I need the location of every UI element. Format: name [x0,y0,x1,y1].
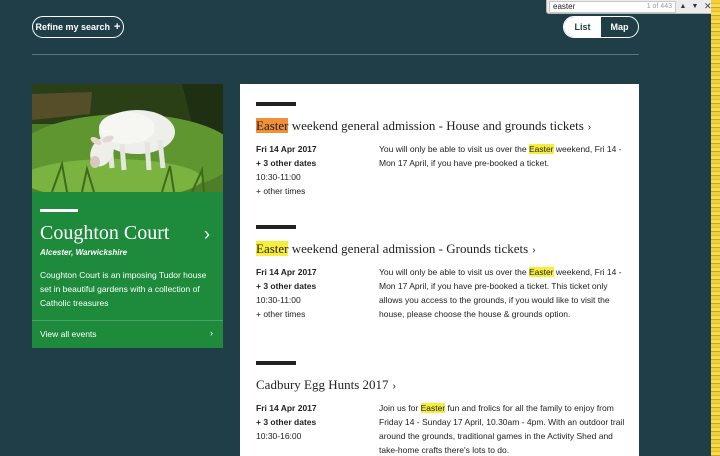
card-accent-bar [40,209,78,212]
list-view-button[interactable]: List [564,17,601,37]
refine-search-button[interactable]: Refine my search + [32,16,124,38]
plus-icon: + [114,21,121,33]
event-date: Fri 14 Apr 2017 [256,144,317,154]
find-count: 1 of 443 [646,2,672,10]
events-list: Easter weekend general admission - House… [240,84,639,456]
event-title-link[interactable]: Easter weekend general admission - House… [256,118,630,134]
event-other-dates[interactable]: + 3 other dates [256,415,379,429]
property-card: Coughton Court › Alcester, Warwickshire … [32,84,223,348]
divider [32,54,639,55]
find-query: easter [553,1,576,11]
event-time: 10:30-11:00 [256,295,301,305]
desc-text: You will only be able to visit us over t… [379,267,529,277]
map-view-button[interactable]: Map [601,17,638,37]
lamb-photo [32,84,223,192]
event-title-text: weekend general admission - Grounds tick… [288,241,529,256]
event-title-link[interactable]: Easter weekend general admission - Groun… [256,241,630,257]
chevron-right-icon: › [392,381,396,392]
property-image [32,84,223,192]
event-date: Fri 14 Apr 2017 [256,403,317,413]
find-next-button[interactable]: ▼ [690,2,700,12]
view-toggle: List Map [563,16,639,38]
event-item: Easter weekend general admission - House… [256,102,630,198]
event-other-dates[interactable]: + 3 other dates [256,279,379,293]
event-accent-bar [256,361,296,365]
search-highlight: Easter [528,267,554,277]
event-title-text: weekend general admission - House and gr… [288,118,584,133]
event-date: Fri 14 Apr 2017 [256,267,317,277]
chevron-right-icon[interactable]: › [204,224,210,245]
card-divider [32,320,223,321]
search-highlight: Easter [420,403,446,413]
property-description: Coughton Court is an imposing Tudor hous… [40,270,207,308]
search-highlight: Easter [256,241,289,256]
event-time: 10:30-11:00 [256,172,301,182]
property-location: Alcester, Warwickshire [40,248,128,257]
chevron-right-icon: › [532,245,536,256]
search-highlight-current: Easter [256,118,289,133]
event-other-times[interactable]: + other times [256,184,379,198]
event-description: You will only be able to visit us over t… [379,265,630,321]
find-prev-button[interactable]: ▲ [678,2,688,12]
view-all-events-link[interactable]: View all events [40,329,97,339]
chevron-right-icon: › [587,122,592,133]
event-item: Easter weekend general admission - Groun… [256,225,630,321]
find-input[interactable]: easter 1 of 443 [549,0,676,13]
event-dates: Fri 14 Apr 2017 + 3 other dates 10:30-11… [256,265,379,321]
scrollbar[interactable] [711,0,720,456]
event-title-text: Cadbury Egg Hunts 2017 [256,377,389,392]
event-item: Cadbury Egg Hunts 2017 › Fri 14 Apr 2017 … [256,361,630,456]
event-accent-bar [256,225,296,229]
event-accent-bar [256,102,296,106]
chevron-right-icon[interactable]: › [210,328,213,338]
event-title-link[interactable]: Cadbury Egg Hunts 2017 › [256,377,630,393]
event-time: 10:30-16:00 [256,431,302,441]
desc-text: Join us for [379,403,421,413]
event-description: Join us for Easter fun and frolics for a… [379,401,630,456]
event-dates: Fri 14 Apr 2017 + 3 other dates 10:30-11… [256,142,379,198]
event-other-times[interactable]: + other times [256,307,379,321]
desc-text: You will only be able to visit us over t… [379,144,529,154]
event-description: You will only be able to visit us over t… [379,142,630,198]
refine-search-label: Refine my search [35,22,111,32]
event-dates: Fri 14 Apr 2017 + 3 other dates 10:30-16… [256,401,379,456]
search-highlight: Easter [528,144,554,154]
event-other-dates[interactable]: + 3 other dates [256,156,379,170]
find-bar: easter 1 of 443 ▲ ▼ ✕ [546,0,716,14]
property-name[interactable]: Coughton Court [40,222,169,245]
